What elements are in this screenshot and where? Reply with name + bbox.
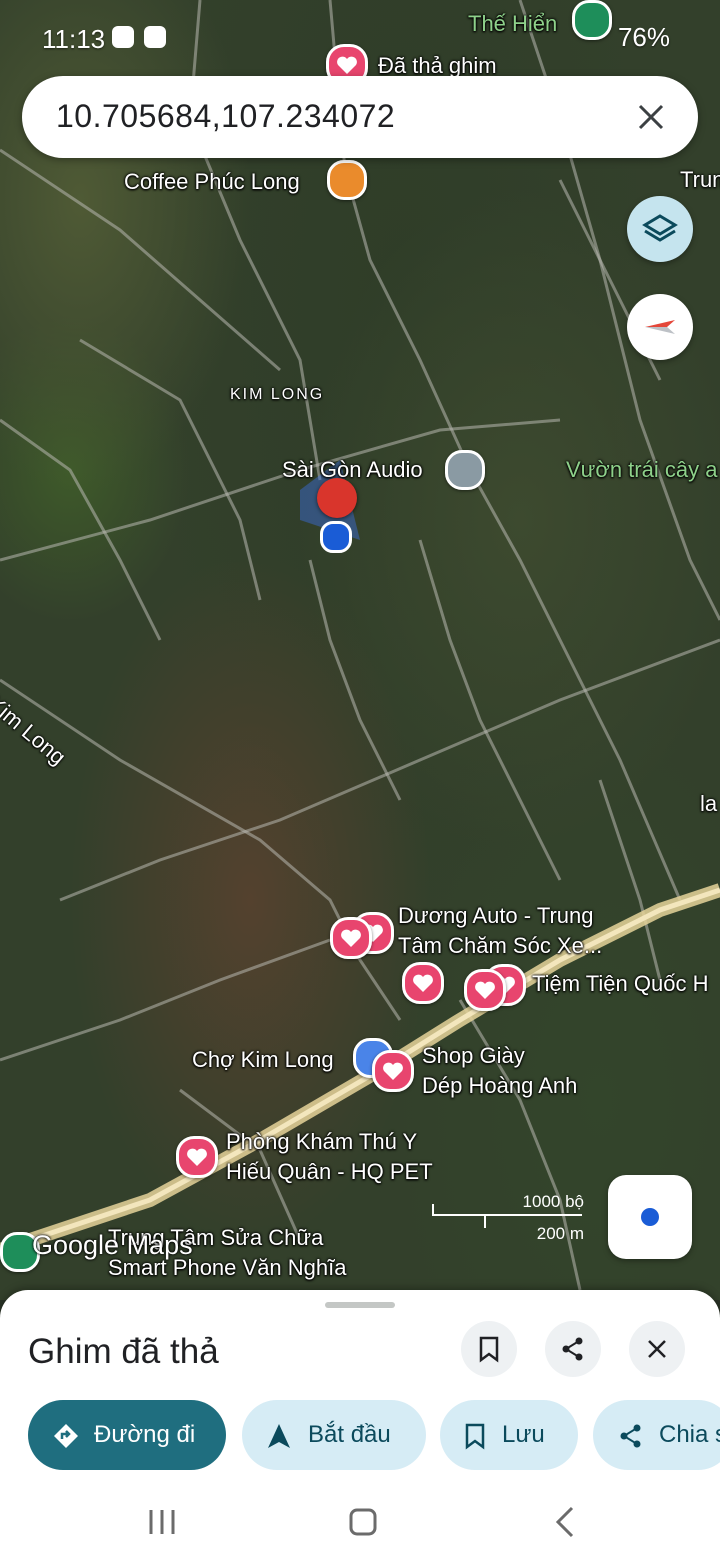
map-label-shop-giay-2[interactable]: Dép Hoàng Anh <box>422 1072 577 1100</box>
directions-label: Đường đi <box>94 1421 196 1448</box>
map-label-phong-kham-2[interactable]: Hiếu Quân - HQ PET <box>226 1158 433 1186</box>
map-label-duong-auto-1[interactable]: Dương Auto - Trung <box>398 902 593 930</box>
map-label-kim-long-area: KIM LONG <box>230 386 325 403</box>
saved-pin-marker[interactable] <box>330 917 372 959</box>
map-label-cho-kim-long[interactable]: Chợ Kim Long <box>192 1046 334 1074</box>
sheet-title: Ghim đã thả <box>28 1332 219 1371</box>
map-label-phong-kham-1[interactable]: Phòng Khám Thú Y <box>226 1128 417 1156</box>
compass-button[interactable] <box>627 294 693 360</box>
share-button[interactable] <box>545 1321 601 1377</box>
share-icon <box>620 1424 641 1448</box>
recent-apps-icon[interactable] <box>142 1502 182 1542</box>
share-label: Chia s <box>659 1421 720 1448</box>
layers-button[interactable] <box>627 196 693 262</box>
close-sheet-button[interactable] <box>629 1321 685 1377</box>
status-battery: 76% <box>617 22 670 52</box>
start-label: Bắt đầu <box>308 1421 391 1448</box>
map-label-coffee[interactable]: Coffee Phúc Long <box>124 168 300 196</box>
selected-pin-marker[interactable] <box>317 478 357 518</box>
map-label-trun[interactable]: Trun <box>680 166 720 194</box>
compass-icon <box>645 320 675 334</box>
saved-pin-marker[interactable] <box>402 962 444 1004</box>
saved-pin-marker[interactable] <box>464 969 506 1011</box>
bookmark-button[interactable] <box>461 1321 517 1377</box>
map-label-vuon-trai-cay[interactable]: Vườn trái cây a <box>566 456 717 484</box>
current-location-dot <box>320 521 352 553</box>
google-maps-logo: Google Maps <box>32 1230 193 1260</box>
share-icon <box>562 1337 583 1361</box>
heart-icon <box>413 974 433 992</box>
checkbox-icon <box>144 26 166 48</box>
directions-button[interactable]: Đường đi <box>28 1400 226 1470</box>
save-label: Lưu <box>502 1421 545 1448</box>
close-icon <box>648 1340 666 1358</box>
directions-icon <box>54 1424 78 1448</box>
heart-icon <box>383 1062 403 1080</box>
scale-metric: 200 m <box>536 1224 584 1243</box>
back-icon[interactable] <box>546 1502 586 1542</box>
location-icon <box>641 1208 659 1226</box>
heart-icon <box>475 981 495 999</box>
map-label-duong-auto-2[interactable]: Tâm Chăm Sóc Xe... <box>398 932 602 960</box>
heart-icon <box>187 1148 207 1166</box>
cafe-icon[interactable] <box>327 160 367 200</box>
map-label-saigon-audio[interactable]: Sài Gòn Audio <box>282 456 423 484</box>
status-bar: 11:13 76% <box>0 0 720 76</box>
search-input[interactable]: 10.705684,107.234072 <box>56 98 395 135</box>
saved-pin-marker[interactable] <box>372 1050 414 1092</box>
save-button[interactable]: Lưu <box>440 1400 578 1470</box>
status-time: 11:13 <box>42 24 106 54</box>
navigation-icon <box>268 1424 290 1448</box>
map-scale: 1000 bộ 200 m <box>432 1192 592 1252</box>
search-bar[interactable]: 10.705684,107.234072 <box>22 76 698 158</box>
heart-icon <box>341 929 361 947</box>
start-button[interactable]: Bắt đầu <box>242 1400 426 1470</box>
scale-imperial: 1000 bộ <box>522 1192 584 1211</box>
my-location-button[interactable] <box>608 1175 692 1259</box>
map-view[interactable]: Đã thả ghim Thế Hiển Coffee Phúc Long Tr… <box>0 0 720 1300</box>
sheet-drag-handle[interactable] <box>325 1302 395 1308</box>
notification-icon <box>112 26 134 48</box>
close-icon[interactable] <box>626 92 676 142</box>
poi-marker-saigon-audio[interactable] <box>445 450 485 490</box>
bookmark-icon <box>479 1336 499 1363</box>
scale-tick <box>484 1214 486 1228</box>
map-label-la[interactable]: la <box>700 790 717 818</box>
system-navigation-bar <box>0 1480 720 1561</box>
home-icon[interactable] <box>343 1502 383 1542</box>
layers-icon <box>642 214 678 242</box>
bookmark-icon <box>465 1423 485 1450</box>
map-label-shop-giay-1[interactable]: Shop Giày <box>422 1042 525 1070</box>
scale-bar <box>432 1214 582 1216</box>
share-chip-button[interactable]: Chia s <box>593 1400 720 1470</box>
scale-tick <box>432 1204 434 1216</box>
saved-pin-marker[interactable] <box>176 1136 218 1178</box>
map-label-tiem-tien[interactable]: Tiệm Tiện Quốc H <box>532 970 708 998</box>
